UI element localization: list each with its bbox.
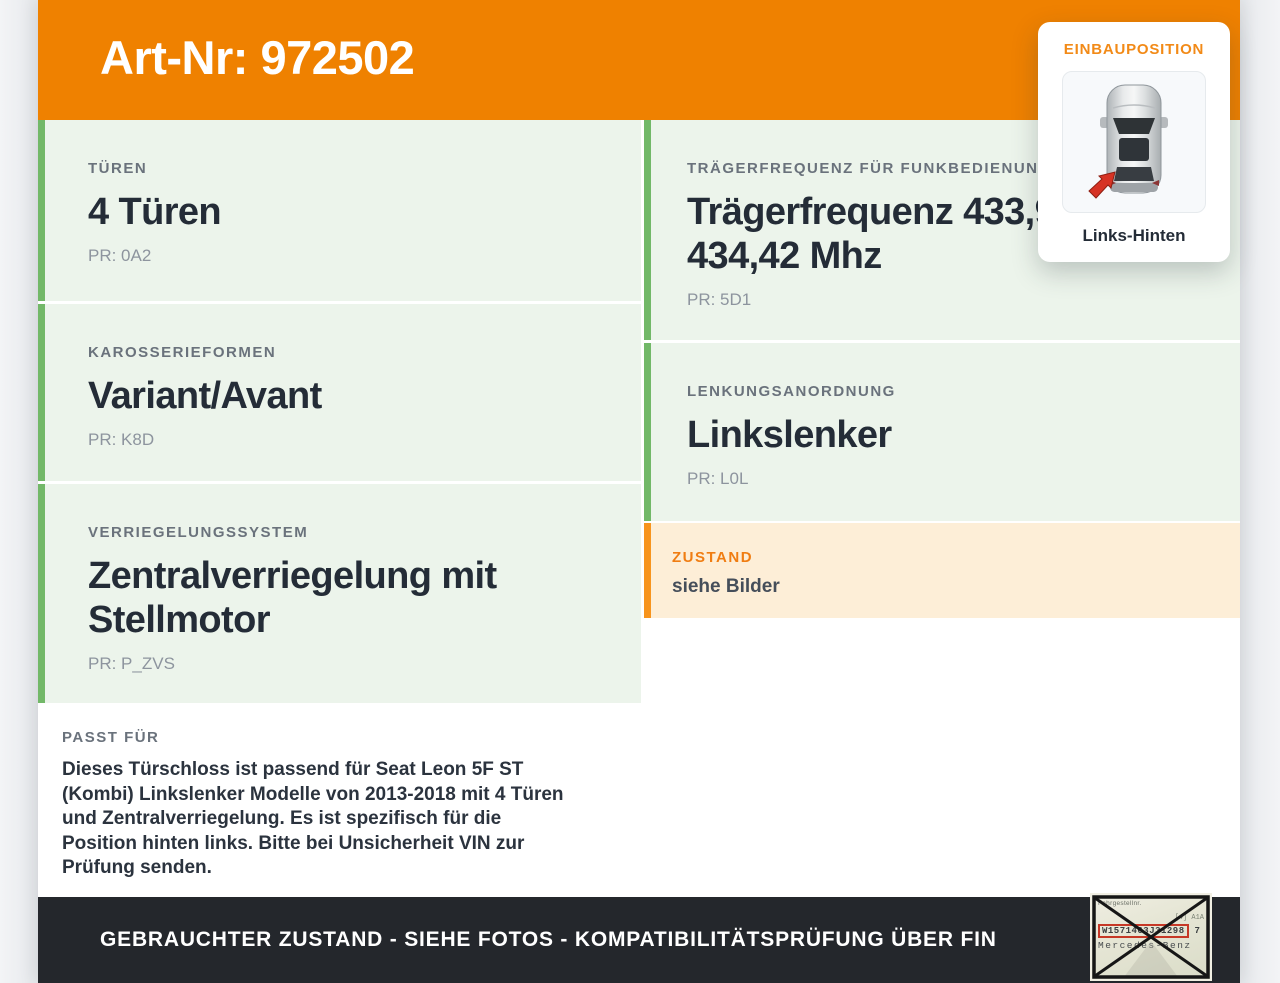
zustand-label: ZUSTAND [672,549,754,566]
einbauposition-card: EINBAUPOSITION Links-Hinten [1038,22,1230,262]
passt-fuer-label: PASST FÜR [62,729,160,746]
registration-document-thumbnail: Fahrgestellnr. [4] A1A W1571463J31298 7 … [1090,893,1212,981]
einbauposition-label: EINBAUPOSITION [1063,41,1205,58]
envelope-icon [1092,895,1210,979]
footer-text: GEBRAUCHTER ZUSTAND - SIEHE FOTOS - KOMP… [100,928,997,951]
spec-value: Linkslenker [687,414,892,456]
spec-card-karosserieformen: KAROSSERIEFORMEN Variant/Avant PR: K8D [38,304,641,481]
einbauposition-image-box [1062,71,1206,213]
page: { "colors": { "header_orange": "#ef8100"… [0,0,1280,983]
spec-label: VERRIEGELUNGSSYSTEM [88,524,309,541]
spec-pr-code: PR: 5D1 [687,290,752,309]
passt-fuer-text: Dieses Türschloss ist passend für Seat L… [62,759,564,879]
spec-value: 4 Türen [88,191,222,233]
spec-card-verriegelungssystem: VERRIEGELUNGSSYSTEM Zentralverriegelung … [38,484,641,703]
spec-pr-code: PR: 0A2 [88,246,152,265]
position-arrow-icon [1088,171,1116,199]
zustand-value: siehe Bilder [672,576,780,597]
spec-card-tueren: TÜREN 4 Türen PR: 0A2 [38,120,641,301]
spec-label: LENKUNGSANORDNUNG [687,383,896,400]
spec-value: Zentralverriegelung mit Stellmotor [88,555,497,641]
spec-label: TÜREN [88,160,148,177]
spec-pr-code: PR: K8D [88,430,155,449]
footer-bar: GEBRAUCHTER ZUSTAND - SIEHE FOTOS - KOMP… [38,897,1240,983]
spec-pr-code: PR: L0L [687,469,749,488]
left-column: TÜREN 4 Türen PR: 0A2 KAROSSERIEFORMEN V… [38,120,641,893]
spec-label: KAROSSERIEFORMEN [88,344,277,361]
listing-container: Art-Nr: 972502 TÜREN 4 Türen PR: 0A2 KAR… [38,0,1240,983]
spec-pr-code: PR: P_ZVS [88,654,175,673]
passt-fuer-card: PASST FÜR Dieses Türschloss ist passend … [38,703,641,893]
spec-value: Variant/Avant [88,375,322,417]
spec-card-lenkungsanordnung: LENKUNGSANORDNUNG Linkslenker PR: L0L [644,343,1240,521]
einbauposition-value: Links-Hinten [1082,226,1186,245]
zustand-card: ZUSTAND siehe Bilder [644,523,1240,618]
